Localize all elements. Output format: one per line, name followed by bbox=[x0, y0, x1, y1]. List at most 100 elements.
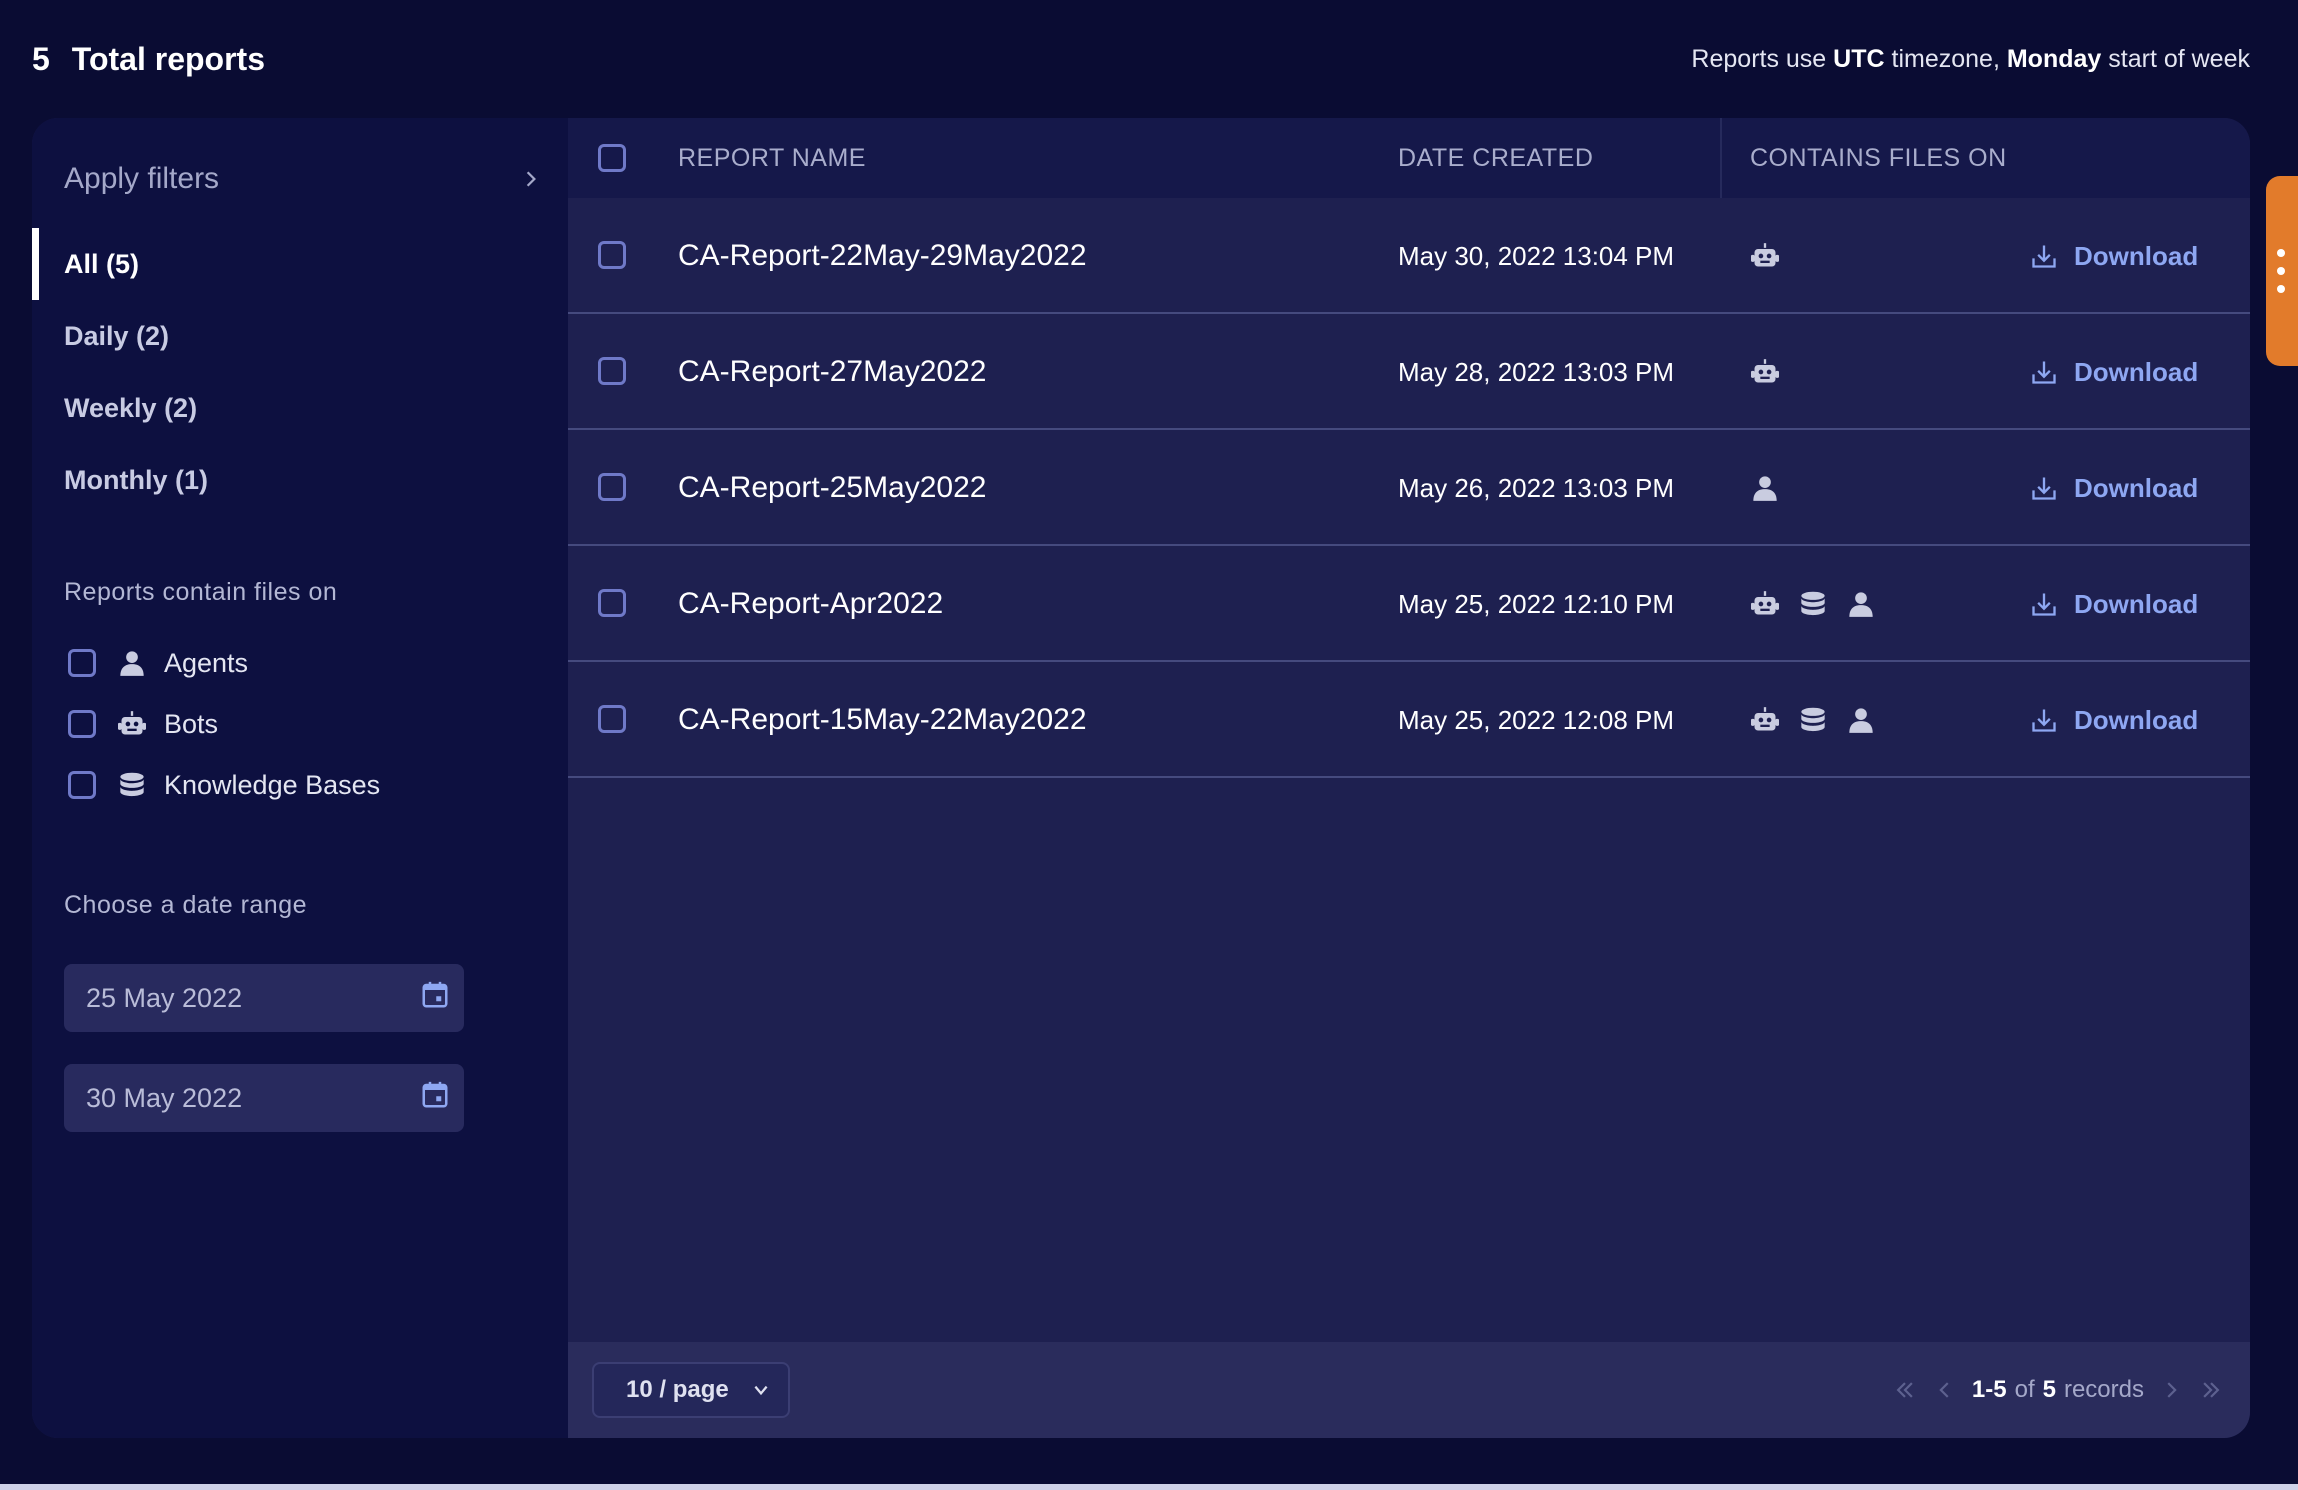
category-all[interactable]: All (5) bbox=[32, 228, 568, 300]
row-checkbox[interactable] bbox=[598, 589, 626, 617]
category-daily[interactable]: Daily (2) bbox=[32, 300, 568, 372]
robot-icon bbox=[1750, 357, 1780, 387]
filter-bots[interactable]: Bots bbox=[68, 699, 218, 749]
download-button[interactable]: Download bbox=[2030, 314, 2198, 430]
tz-week: Monday bbox=[2006, 44, 2102, 73]
row-checkbox[interactable] bbox=[598, 357, 626, 385]
records-summary: 1-5 of 5 records bbox=[1972, 1376, 2144, 1404]
filter-knowledge-bases[interactable]: Knowledge Bases bbox=[68, 760, 380, 810]
robot-icon bbox=[116, 708, 148, 740]
side-menu-tab[interactable] bbox=[2266, 176, 2298, 366]
page-size-select[interactable]: 10 / page bbox=[592, 1362, 790, 1418]
date-from-value: 25 May 2022 bbox=[86, 982, 243, 1013]
category-label: Weekly (2) bbox=[64, 392, 198, 423]
agents-checkbox[interactable] bbox=[68, 649, 96, 677]
apply-filters-button[interactable]: Apply filters bbox=[64, 154, 540, 204]
records-total: 5 bbox=[2042, 1376, 2056, 1403]
contains-files-icons bbox=[1750, 546, 1876, 662]
dot-icon bbox=[2277, 249, 2285, 257]
calendar-icon[interactable] bbox=[420, 980, 450, 1017]
contains-files-icons bbox=[1750, 430, 1780, 546]
last-page-icon[interactable] bbox=[2198, 1377, 2224, 1403]
next-page-icon[interactable] bbox=[2158, 1377, 2184, 1403]
robot-icon bbox=[1750, 589, 1780, 619]
timezone-note: Reports use UTC timezone, Monday start o… bbox=[1691, 45, 2250, 74]
files-section-title: Reports contain files on bbox=[64, 578, 338, 606]
download-icon bbox=[2030, 705, 2060, 735]
table-row[interactable]: CA-Report-27May2022 May 28, 2022 13:03 P… bbox=[568, 314, 2250, 430]
agents-label: Agents bbox=[164, 647, 249, 678]
row-checkbox[interactable] bbox=[598, 705, 626, 733]
column-report-name[interactable]: REPORT NAME bbox=[678, 118, 866, 198]
records-label: records bbox=[2063, 1376, 2144, 1403]
report-name: CA-Report-Apr2022 bbox=[678, 587, 944, 620]
reports-panel: Apply filters All (5) Daily (2) Weekly (… bbox=[32, 118, 2250, 1438]
download-icon bbox=[2030, 241, 2060, 271]
tz-suffix: start of week bbox=[2108, 44, 2250, 73]
filter-agents[interactable]: Agents bbox=[68, 638, 248, 688]
apply-filters-label: Apply filters bbox=[64, 162, 220, 195]
select-all-checkbox[interactable] bbox=[598, 144, 626, 172]
date-from-input[interactable]: 25 May 2022 bbox=[64, 964, 464, 1032]
report-name: CA-Report-22May-29May2022 bbox=[678, 239, 1087, 272]
total-label: Total reports bbox=[71, 40, 265, 77]
download-label: Download bbox=[2074, 356, 2199, 387]
total-count: 5 bbox=[32, 40, 50, 77]
filter-sidebar: Apply filters All (5) Daily (2) Weekly (… bbox=[32, 118, 568, 1438]
records-of: of bbox=[2014, 1376, 2035, 1403]
person-icon bbox=[1846, 705, 1876, 735]
top-bar: 5 Total reports Reports use UTC timezone… bbox=[0, 0, 2298, 118]
chevron-down-icon bbox=[754, 1385, 768, 1396]
category-weekly[interactable]: Weekly (2) bbox=[32, 372, 568, 444]
row-checkbox[interactable] bbox=[598, 241, 626, 269]
download-button[interactable]: Download bbox=[2030, 546, 2198, 662]
calendar-icon[interactable] bbox=[420, 1080, 450, 1117]
download-button[interactable]: Download bbox=[2030, 430, 2198, 546]
column-date-created[interactable]: DATE CREATED bbox=[1398, 118, 1593, 198]
table-row[interactable]: CA-Report-Apr2022 May 25, 2022 12:10 PM … bbox=[568, 546, 2250, 662]
category-label: Monthly (1) bbox=[64, 464, 208, 495]
person-icon bbox=[1846, 589, 1876, 619]
database-icon bbox=[116, 769, 148, 801]
download-button[interactable]: Download bbox=[2030, 662, 2198, 778]
tz-zone: UTC bbox=[1833, 44, 1885, 73]
prev-page-icon[interactable] bbox=[1932, 1377, 1958, 1403]
reports-table: REPORT NAME DATE CREATED CONTAINS FILES … bbox=[568, 118, 2250, 1438]
table-row[interactable]: CA-Report-22May-29May2022 May 30, 2022 1… bbox=[568, 198, 2250, 314]
column-divider bbox=[1720, 118, 1722, 198]
database-icon bbox=[1798, 705, 1828, 735]
download-label: Download bbox=[2074, 472, 2199, 503]
download-icon bbox=[2030, 589, 2060, 619]
category-label: Daily (2) bbox=[64, 320, 170, 351]
date-created: May 26, 2022 13:03 PM bbox=[1398, 472, 1675, 503]
report-name: CA-Report-25May2022 bbox=[678, 471, 987, 504]
category-monthly[interactable]: Monthly (1) bbox=[32, 444, 568, 516]
table-row[interactable]: CA-Report-25May2022 May 26, 2022 13:03 P… bbox=[568, 430, 2250, 546]
report-category-list: All (5) Daily (2) Weekly (2) Monthly (1) bbox=[32, 228, 568, 516]
dot-icon bbox=[2277, 267, 2285, 275]
row-checkbox[interactable] bbox=[598, 473, 626, 501]
date-created: May 25, 2022 12:08 PM bbox=[1398, 704, 1675, 735]
date-to-input[interactable]: 30 May 2022 bbox=[64, 1064, 464, 1132]
bottom-edge bbox=[0, 1484, 2298, 1490]
first-page-icon[interactable] bbox=[1892, 1377, 1918, 1403]
table-footer: 10 / page 1-5 of 5 records bbox=[568, 1342, 2250, 1438]
date-created: May 30, 2022 13:04 PM bbox=[1398, 240, 1675, 271]
date-created: May 28, 2022 13:03 PM bbox=[1398, 356, 1675, 387]
download-label: Download bbox=[2074, 588, 2199, 619]
table-header: REPORT NAME DATE CREATED CONTAINS FILES … bbox=[568, 118, 2250, 198]
report-name: CA-Report-27May2022 bbox=[678, 355, 987, 388]
date-created: May 25, 2022 12:10 PM bbox=[1398, 588, 1675, 619]
table-row[interactable]: CA-Report-15May-22May2022 May 25, 2022 1… bbox=[568, 662, 2250, 778]
column-contains-files: CONTAINS FILES ON bbox=[1750, 143, 2007, 172]
knowledge-bases-checkbox[interactable] bbox=[68, 771, 96, 799]
contains-files-icons bbox=[1750, 314, 1780, 430]
database-icon bbox=[1798, 589, 1828, 619]
download-button[interactable]: Download bbox=[2030, 198, 2198, 314]
person-icon bbox=[116, 647, 148, 679]
bots-checkbox[interactable] bbox=[68, 710, 96, 738]
dot-icon bbox=[2277, 285, 2285, 293]
contains-files-icons bbox=[1750, 662, 1876, 778]
tz-prefix: Reports use bbox=[1691, 44, 1827, 73]
knowledge-bases-label: Knowledge Bases bbox=[164, 769, 381, 800]
